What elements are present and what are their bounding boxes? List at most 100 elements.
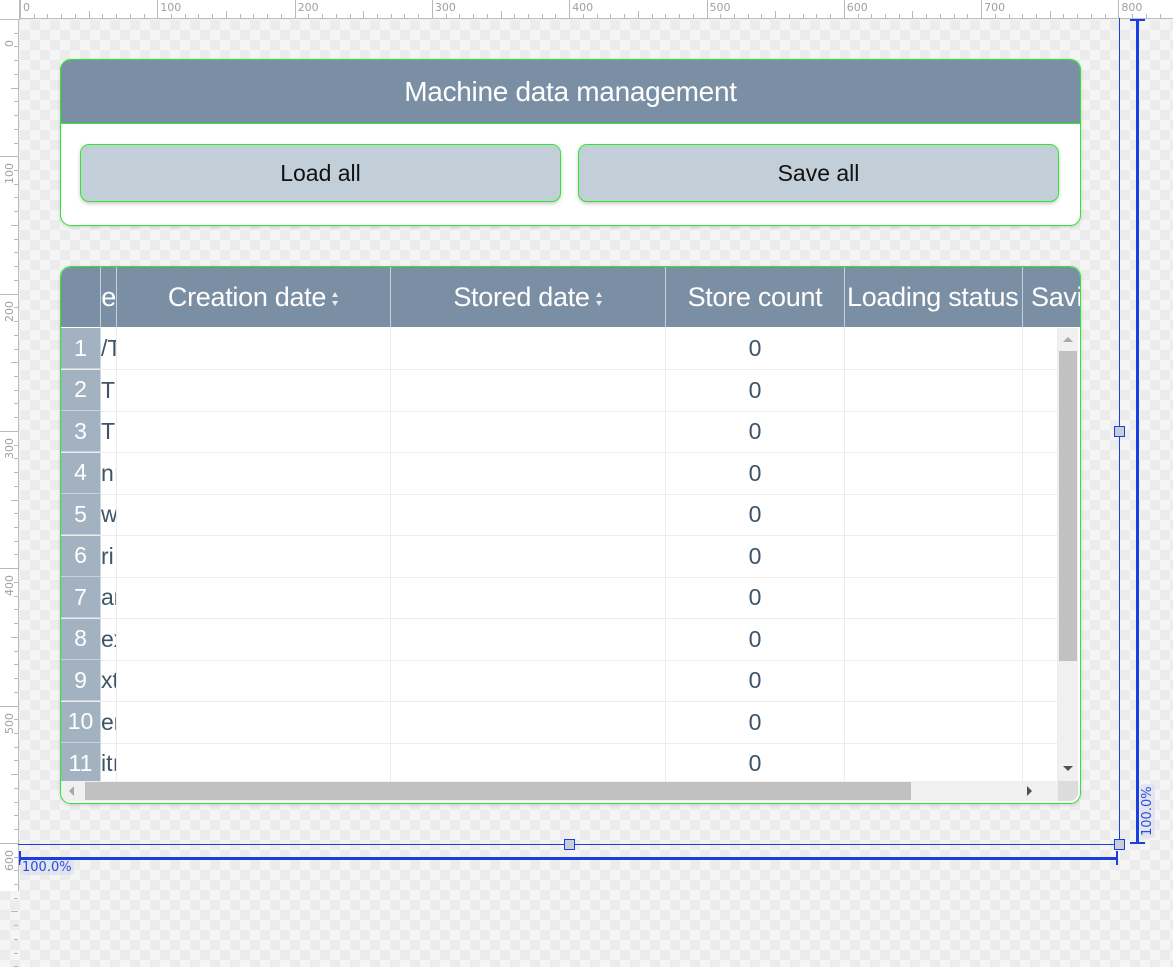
cell-creation-date[interactable] [117,618,391,660]
cell-saving-status[interactable] [1023,535,1058,577]
cell-stored-date[interactable] [391,452,666,494]
cell-loading-status[interactable] [845,452,1023,494]
row-number[interactable]: 7 [61,577,101,618]
cell-store-count[interactable]: 0 [666,369,845,411]
column-header-le[interactable]: le [101,267,117,327]
column-header-stored-date[interactable]: Stored date [391,267,666,327]
cell-saving-status[interactable] [1023,618,1058,660]
table-row[interactable]: 6 ri 0 [61,535,1058,578]
cell-stored-date[interactable] [391,660,666,701]
resize-handle-right[interactable] [1114,426,1125,437]
row-number[interactable]: 6 [61,535,101,577]
row-number[interactable]: 10 [61,701,101,743]
row-number[interactable]: 4 [61,452,101,494]
cell-stored-date[interactable] [391,535,666,577]
cell-name[interactable]: nı [101,452,117,494]
vertical-scrollbar[interactable] [1058,328,1078,781]
cell-creation-date[interactable] [117,535,391,577]
cell-store-count[interactable]: 0 [666,535,845,577]
row-number[interactable]: 8 [61,618,101,660]
cell-creation-date[interactable] [117,660,391,701]
sort-arrows-icon[interactable] [332,292,339,306]
scroll-right-arrow-icon[interactable] [1027,786,1032,796]
cell-creation-date[interactable] [117,411,391,452]
cell-creation-date[interactable] [117,743,391,781]
cell-stored-date[interactable] [391,618,666,660]
cell-store-count[interactable]: 0 [666,452,845,494]
table-row[interactable]: 4nı 0 [61,452,1058,495]
cell-saving-status[interactable] [1023,494,1058,535]
row-number[interactable]: 11 [61,743,101,781]
cell-stored-date[interactable] [391,577,666,618]
cell-creation-date[interactable] [117,328,391,369]
cell-store-count[interactable]: 0 [666,494,845,535]
table-row[interactable]: 7ar 0 [61,577,1058,619]
table-row[interactable]: 2T 0 [61,369,1058,412]
cell-saving-status[interactable] [1023,328,1058,369]
cell-saving-status[interactable] [1023,452,1058,494]
cell-creation-date[interactable] [117,369,391,411]
cell-loading-status[interactable] [845,743,1023,781]
cell-creation-date[interactable] [117,494,391,535]
cell-loading-status[interactable] [845,328,1023,369]
cell-loading-status[interactable] [845,701,1023,743]
cell-stored-date[interactable] [391,701,666,743]
cell-name[interactable]: /T [101,328,117,369]
table-row[interactable]: 11itı 0 [61,743,1058,781]
table-row[interactable]: 3T 0 [61,411,1058,453]
column-header-savi[interactable]: Savi [1023,267,1080,327]
cell-stored-date[interactable] [391,494,666,535]
cell-store-count[interactable]: 0 [666,618,845,660]
cell-name[interactable]: T [101,369,117,411]
row-number[interactable]: 5 [61,494,101,535]
table-row[interactable]: 1/T 0 [61,328,1058,370]
column-header-loading-status[interactable]: Loading status [845,267,1023,327]
resize-handle-corner[interactable] [1114,839,1125,850]
table-row[interactable]: 10er 0 [61,701,1058,744]
column-header-store-count[interactable]: Store count [666,267,845,327]
vertical-scroll-thumb[interactable] [1059,351,1077,661]
cell-store-count[interactable]: 0 [666,411,845,452]
load-all-button[interactable]: Load all [80,144,561,202]
cell-saving-status[interactable] [1023,660,1058,701]
cell-saving-status[interactable] [1023,743,1058,781]
cell-name[interactable]: ar [101,577,117,618]
cell-stored-date[interactable] [391,328,666,369]
row-number[interactable]: 9 [61,660,101,701]
horizontal-scroll-thumb[interactable] [85,782,911,800]
scroll-left-arrow-icon[interactable] [69,786,74,796]
cell-creation-date[interactable] [117,701,391,743]
cell-loading-status[interactable] [845,535,1023,577]
cell-creation-date[interactable] [117,452,391,494]
row-number[interactable]: 1 [61,328,101,369]
table-row[interactable]: 9xtı 0 [61,660,1058,702]
cell-name[interactable]: itı [101,743,117,781]
cell-stored-date[interactable] [391,411,666,452]
cell-loading-status[interactable] [845,494,1023,535]
sort-arrows-icon[interactable] [595,292,603,306]
row-number[interactable]: 3 [61,411,101,452]
cell-name[interactable]: er [101,701,117,743]
save-all-button[interactable]: Save all [578,144,1059,202]
resize-handle-bottom[interactable] [564,839,575,850]
cell-name[interactable]: T [101,411,117,452]
cell-store-count[interactable]: 0 [666,743,845,781]
table-row[interactable]: 8ex 0 [61,618,1058,661]
cell-store-count[interactable]: 0 [666,660,845,701]
cell-stored-date[interactable] [391,369,666,411]
cell-loading-status[interactable] [845,577,1023,618]
cell-name[interactable]: w [101,494,117,535]
cell-store-count[interactable]: 0 [666,328,845,369]
cell-saving-status[interactable] [1023,369,1058,411]
cell-stored-date[interactable] [391,743,666,781]
cell-name[interactable]: xtı [101,660,117,701]
table-row[interactable]: 5w 0 [61,494,1058,536]
cell-loading-status[interactable] [845,369,1023,411]
cell-loading-status[interactable] [845,411,1023,452]
horizontal-scrollbar[interactable] [61,781,1058,801]
cell-saving-status[interactable] [1023,411,1058,452]
cell-saving-status[interactable] [1023,701,1058,743]
cell-name[interactable]: ri [101,535,117,577]
scroll-up-arrow-icon[interactable] [1063,337,1073,342]
cell-saving-status[interactable] [1023,577,1058,618]
